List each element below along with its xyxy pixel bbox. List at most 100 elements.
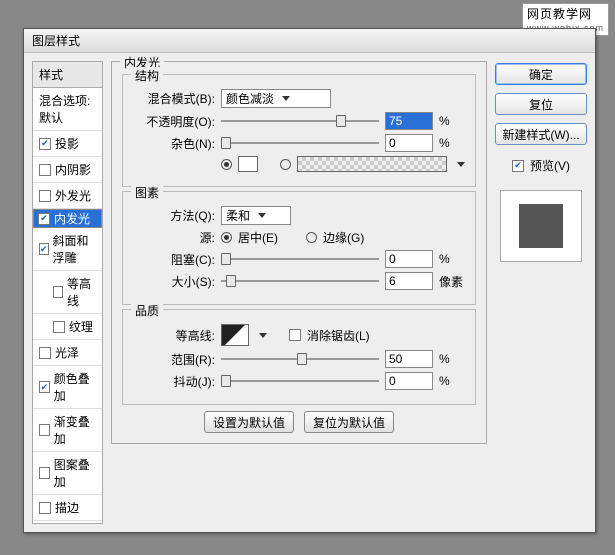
style-row[interactable]: 纹理 [33,314,102,340]
preview-swatch [519,204,563,248]
style-checkbox[interactable] [39,381,50,393]
source-center-label: 居中(E) [238,229,278,246]
percent-unit: % [439,374,465,388]
choke-field[interactable]: 0 [385,250,433,268]
jitter-field[interactable]: 0 [385,372,433,390]
style-row[interactable]: 外发光 [33,183,102,209]
style-label: 内发光 [54,210,90,227]
quality-legend: 品质 [131,302,163,319]
style-label: 颜色叠加 [54,370,96,404]
inner-glow-panel: 内发光 结构 混合模式(B): 颜色减淡 不透明度(O): 75 % 杂色(N) [111,61,487,444]
style-checkbox[interactable] [53,286,63,298]
preview-box [500,190,582,262]
blend-mode-select[interactable]: 颜色减淡 [221,89,331,108]
style-checkbox[interactable] [39,467,50,479]
blend-options-row[interactable]: 混合选项:默认 [33,88,102,131]
style-checkbox[interactable] [39,164,51,176]
style-checkbox[interactable] [39,347,51,359]
style-label: 投影 [55,135,79,152]
styles-list: 混合选项:默认 投影内阴影外发光内发光斜面和浮雕等高线纹理光泽颜色叠加渐变叠加图… [32,88,103,524]
gradient-picker[interactable] [297,156,447,172]
color-source-radio[interactable] [221,159,232,170]
style-row[interactable]: 内阴影 [33,157,102,183]
jitter-slider[interactable] [221,373,379,389]
cancel-button[interactable]: 复位 [495,93,587,115]
range-field[interactable]: 50 [385,350,433,368]
chevron-down-icon[interactable] [457,162,465,167]
range-label: 范围(R): [133,351,215,368]
percent-unit: % [439,114,465,128]
percent-unit: % [439,252,465,266]
size-slider[interactable] [221,273,379,289]
noise-label: 杂色(N): [133,135,215,152]
antialias-label: 消除锯齿(L) [307,327,370,344]
antialias-checkbox[interactable] [289,329,301,341]
technique-select[interactable]: 柔和 [221,206,291,225]
style-label: 图案叠加 [54,456,96,490]
color-swatch[interactable] [238,156,258,172]
style-label: 描边 [55,499,79,516]
opacity-field[interactable]: 75 [385,112,433,130]
structure-group: 结构 混合模式(B): 颜色减淡 不透明度(O): 75 % 杂色(N): [122,74,476,187]
preview-label: 预览(V) [530,157,570,174]
chevron-down-icon[interactable] [259,333,267,338]
style-checkbox[interactable] [39,424,50,436]
style-row[interactable]: 渐变叠加 [33,409,102,452]
style-row[interactable]: 描边 [33,495,102,521]
elements-group: 图素 方法(Q): 柔和 源: 居中(E) 边缘(G) 阻塞(C): [122,191,476,305]
source-label: 源: [133,229,215,246]
source-edge-radio[interactable] [306,232,317,243]
style-checkbox[interactable] [39,190,51,202]
technique-label: 方法(Q): [133,207,215,224]
style-row[interactable]: 图案叠加 [33,452,102,495]
style-label: 等高线 [67,275,96,309]
style-label: 外发光 [55,187,91,204]
blend-mode-label: 混合模式(B): [133,90,215,107]
contour-label: 等高线: [133,327,215,344]
style-checkbox[interactable] [39,138,51,150]
style-label: 斜面和浮雕 [53,232,96,266]
source-edge-label: 边缘(G) [323,229,364,246]
choke-label: 阻塞(C): [133,251,215,268]
style-row[interactable]: 投影 [33,131,102,157]
percent-unit: % [439,352,465,366]
style-label: 渐变叠加 [54,413,96,447]
style-label: 纹理 [69,318,93,335]
source-center-radio[interactable] [221,232,232,243]
new-style-button[interactable]: 新建样式(W)... [495,123,587,145]
style-checkbox[interactable] [39,243,49,255]
style-checkbox[interactable] [39,502,51,514]
contour-picker[interactable] [221,324,249,346]
choke-slider[interactable] [221,251,379,267]
style-row[interactable]: 内发光 [33,209,102,228]
style-label: 内阴影 [55,161,91,178]
styles-header[interactable]: 样式 [32,61,103,88]
make-default-button[interactable]: 设置为默认值 [204,411,294,433]
chevron-down-icon [258,213,266,218]
noise-field[interactable]: 0 [385,134,433,152]
style-checkbox[interactable] [53,321,65,333]
ok-button[interactable]: 确定 [495,63,587,85]
style-row[interactable]: 光泽 [33,340,102,366]
reset-default-button[interactable]: 复位为默认值 [304,411,394,433]
quality-group: 品质 等高线: 消除锯齿(L) 范围(R): 50 % [122,309,476,405]
layer-style-dialog: 图层样式 样式 混合选项:默认 投影内阴影外发光内发光斜面和浮雕等高线纹理光泽颜… [23,28,596,533]
preview-checkbox[interactable] [512,160,524,172]
opacity-label: 不透明度(O): [133,113,215,130]
dialog-title: 图层样式 [24,29,595,53]
gradient-source-radio[interactable] [280,159,291,170]
px-unit: 像素 [439,273,465,290]
styles-sidebar: 样式 混合选项:默认 投影内阴影外发光内发光斜面和浮雕等高线纹理光泽颜色叠加渐变… [32,61,103,524]
opacity-slider[interactable] [221,113,379,129]
range-slider[interactable] [221,351,379,367]
style-row[interactable]: 斜面和浮雕 [33,228,102,271]
style-checkbox[interactable] [38,213,50,225]
percent-unit: % [439,136,465,150]
size-label: 大小(S): [133,273,215,290]
elements-legend: 图素 [131,184,163,201]
noise-slider[interactable] [221,135,379,151]
chevron-down-icon [282,96,290,101]
style-row[interactable]: 颜色叠加 [33,366,102,409]
style-row[interactable]: 等高线 [33,271,102,314]
size-field[interactable]: 6 [385,272,433,290]
